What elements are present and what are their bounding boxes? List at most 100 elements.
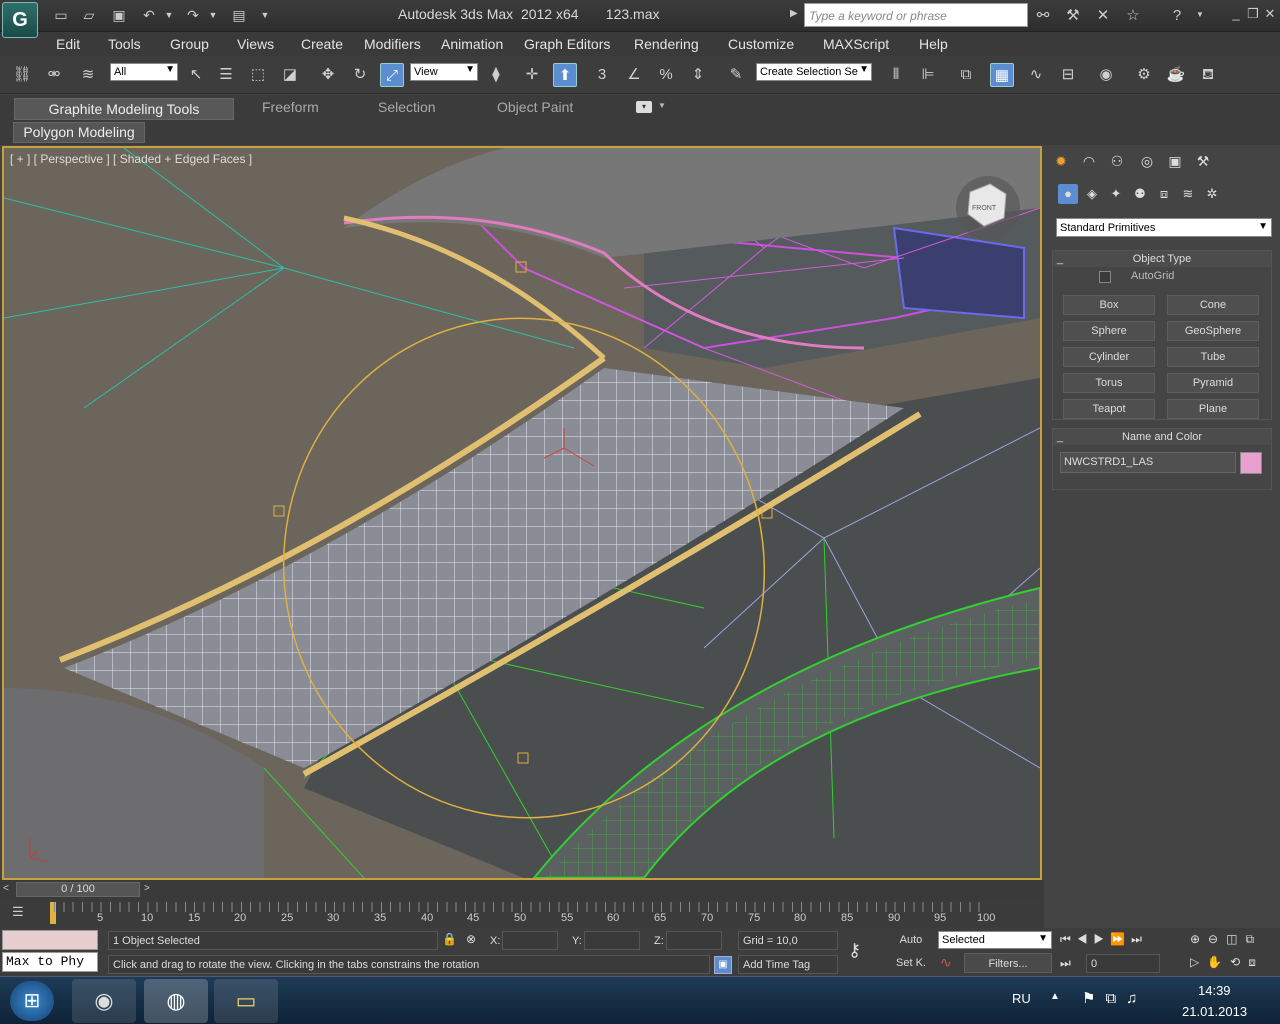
lock-selection-icon[interactable]: 🔒 — [442, 932, 457, 946]
menu-create[interactable]: Create — [301, 36, 343, 52]
key-filters-curve-icon[interactable]: ∿ — [940, 954, 952, 971]
project-folder-icon[interactable]: ▤ — [230, 6, 248, 24]
select-and-move-icon[interactable]: ✥ — [316, 63, 340, 87]
x-coordinate-input[interactable] — [502, 931, 558, 950]
tab-freeform[interactable]: Freeform — [262, 99, 319, 115]
helpers-icon[interactable]: ⧈ — [1154, 184, 1174, 204]
graphite-toggle-icon[interactable]: ▦ — [990, 63, 1014, 87]
tab-selection[interactable]: Selection — [378, 99, 436, 115]
display-tab-icon[interactable]: ▣ — [1164, 150, 1186, 172]
explorer-taskbar-icon[interactable]: ▭ — [214, 979, 278, 1023]
menu-tools[interactable]: Tools — [108, 36, 141, 52]
reference-coordinate-dropdown[interactable]: View ▼ — [410, 63, 478, 81]
motion-tab-icon[interactable]: ◎ — [1136, 150, 1158, 172]
hierarchy-tab-icon[interactable]: ⚇ — [1106, 150, 1128, 172]
perspective-viewport[interactable]: FRONT [ + ] [ Perspective ] [ Shaded + E… — [2, 146, 1042, 880]
minimize-icon[interactable]: _ — [1228, 6, 1244, 22]
wrench-icon[interactable]: ⚒ — [1062, 5, 1084, 27]
curve-editor-icon[interactable]: ∿ — [1024, 63, 1048, 87]
geosphere-button[interactable]: GeoSphere — [1167, 321, 1259, 341]
maxscript-listener-top[interactable] — [2, 930, 98, 950]
restore-icon[interactable]: ❐ — [1245, 6, 1261, 22]
torus-button[interactable]: Torus — [1063, 373, 1155, 393]
mirror-icon[interactable]: ⫴ — [884, 63, 908, 87]
favorites-star-icon[interactable]: ☆ — [1122, 5, 1144, 27]
object-type-header[interactable]: _ Object Type — [1053, 251, 1271, 267]
menu-rendering[interactable]: Rendering — [634, 36, 699, 52]
language-indicator[interactable]: RU — [1012, 991, 1031, 1006]
y-coordinate-input[interactable] — [584, 931, 640, 950]
save-icon[interactable]: ▣ — [110, 6, 128, 24]
select-and-scale-icon[interactable]: ⤢ — [380, 63, 404, 87]
unlink-icon[interactable]: ⚮ — [42, 63, 66, 87]
prev-frame-icon[interactable]: < — [3, 883, 9, 894]
tab-polygon-modeling[interactable]: Polygon Modeling — [13, 122, 145, 143]
selection-filter-dropdown[interactable]: All ▼ — [110, 63, 178, 81]
open-file-icon[interactable]: ▱ — [80, 6, 98, 24]
playback-controls[interactable]: ⏮◀▶⏩⏭ — [1060, 932, 1148, 947]
menu-customize[interactable]: Customize — [728, 36, 794, 52]
rectangle-selection-icon[interactable]: ⬚ — [246, 63, 270, 87]
snaps-toggle-icon[interactable]: 3 — [590, 63, 614, 87]
keyboard-shortcut-override-icon[interactable]: ⬆ — [553, 63, 577, 87]
menu-graph-editors[interactable]: Graph Editors — [524, 36, 610, 52]
named-selection-dropdown[interactable]: Create Selection Se ▼ — [756, 63, 872, 81]
create-tab-icon[interactable]: ✹ — [1050, 150, 1072, 172]
time-slider[interactable]: 0 / 100 — [16, 882, 140, 897]
window-crossing-icon[interactable]: ◪ — [278, 63, 302, 87]
maxscript-mini-listener[interactable]: Max to Phy — [2, 952, 98, 972]
track-bar[interactable]: ☰ 5 10 15 20 25 30 35 40 45 50 55 60 65 … — [0, 900, 1044, 928]
ribbon-options-icon[interactable]: ▾ — [636, 101, 652, 113]
object-name-input[interactable]: NWCSTRD1_LAS — [1060, 452, 1236, 473]
pivot-center-icon[interactable]: ⧫ — [484, 63, 508, 87]
ribbon-dropdown-icon[interactable]: ▼ — [658, 101, 666, 110]
menu-maxscript[interactable]: MAXScript — [823, 36, 889, 52]
help-icon[interactable]: ? — [1166, 5, 1188, 27]
start-button[interactable]: ⊞ — [10, 981, 54, 1021]
key-mode-dropdown[interactable]: Selected ▼ — [938, 931, 1052, 949]
next-frame-icon[interactable]: > — [144, 883, 150, 894]
angle-snap-icon[interactable]: ∠ — [622, 63, 646, 87]
link-icon[interactable]: ⛓ — [10, 63, 34, 87]
menu-views[interactable]: Views — [237, 36, 274, 52]
viewport-scene[interactable]: FRONT — [4, 148, 1040, 878]
key-icon[interactable]: ⚷ — [848, 940, 861, 961]
current-frame-input[interactable]: 0 — [1086, 954, 1160, 973]
modify-tab-icon[interactable]: ◠ — [1078, 150, 1100, 172]
auto-key-button[interactable]: Auto — [886, 930, 936, 950]
menu-animation[interactable]: Animation — [441, 36, 503, 52]
select-manipulate-icon[interactable]: ✛ — [520, 63, 544, 87]
viewport-nav-bottom-icons[interactable]: ▷✋⟲⧈ — [1190, 955, 1264, 970]
primitive-category-dropdown[interactable]: Standard Primitives ▼ — [1056, 218, 1272, 237]
bind-space-warp-icon[interactable]: ≋ — [76, 63, 100, 87]
material-editor-icon[interactable]: ◉ — [1094, 63, 1118, 87]
chrome-taskbar-icon[interactable]: ◉ — [72, 979, 136, 1023]
autogrid-checkbox[interactable] — [1099, 271, 1111, 283]
name-and-color-header[interactable]: _ Name and Color — [1053, 429, 1271, 445]
select-by-name-icon[interactable]: ☰ — [214, 63, 238, 87]
render-production-icon[interactable]: ⛾ — [1196, 63, 1220, 87]
show-hidden-icons-icon[interactable]: ▲ — [1050, 991, 1060, 1002]
space-warps-icon[interactable]: ≋ — [1178, 184, 1198, 204]
spinner-snap-icon[interactable]: ⇕ — [686, 63, 710, 87]
menu-edit[interactable]: Edit — [56, 36, 80, 52]
edit-named-selection-icon[interactable]: ✎ — [724, 63, 748, 87]
search-expand-icon[interactable]: ▶ — [790, 8, 798, 19]
search-input[interactable]: Type a keyword or phrase — [804, 3, 1028, 27]
shapes-icon[interactable]: ◈ — [1082, 184, 1102, 204]
utilities-tab-icon[interactable]: ⚒ — [1192, 150, 1214, 172]
align-icon[interactable]: ⊫ — [916, 63, 940, 87]
cylinder-button[interactable]: Cylinder — [1063, 347, 1155, 367]
clock-time[interactable]: 14:39 — [1198, 983, 1231, 998]
transform-mode-icon[interactable]: ⊗ — [466, 932, 476, 946]
mini-curve-editor-icon[interactable]: ☰ — [12, 904, 32, 922]
menu-group[interactable]: Group — [170, 36, 209, 52]
lights-icon[interactable]: ✦ — [1106, 184, 1126, 204]
plane-button[interactable]: Plane — [1167, 399, 1259, 419]
percent-snap-icon[interactable]: % — [654, 63, 678, 87]
redo-icon[interactable]: ↷ — [184, 6, 202, 24]
pyramid-button[interactable]: Pyramid — [1167, 373, 1259, 393]
add-time-tag-button[interactable]: Add Time Tag — [738, 955, 838, 974]
box-button[interactable]: Box — [1063, 295, 1155, 315]
render-setup-icon[interactable]: ⚙ — [1132, 63, 1156, 87]
